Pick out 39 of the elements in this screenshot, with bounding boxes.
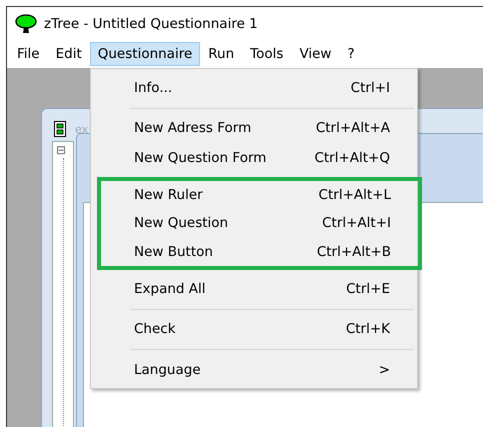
- menu-item[interactable]: ?: [339, 42, 363, 66]
- menu-option-label: Check: [134, 321, 176, 338]
- shortcut-label: Ctrl+Alt+L: [318, 186, 391, 203]
- menu-option[interactable]: New Ruler Ctrl+Alt+L: [101, 180, 418, 209]
- menu-option[interactable]: Info... Ctrl+I: [91, 73, 417, 102]
- collapse-toggle[interactable]: ⊟: [56, 144, 66, 156]
- menu-option[interactable]: New Adress Form Ctrl+Alt+A: [91, 114, 417, 143]
- shortcut-label: Ctrl+E: [346, 280, 390, 297]
- menu-option-label: New Adress Form: [134, 120, 252, 136]
- shortcut-label: Ctrl+Alt+B: [316, 244, 391, 260]
- menu-option[interactable]: Language >: [91, 355, 417, 384]
- shortcut-label: Ctrl+K: [346, 321, 390, 338]
- menu-item[interactable]: Questionnaire: [90, 42, 200, 66]
- menu-item[interactable]: File: [9, 42, 48, 66]
- menu-item[interactable]: View: [291, 42, 340, 66]
- menu-option[interactable]: New Button Ctrl+Alt+B: [101, 238, 418, 266]
- menu-option[interactable]: Expand All Ctrl+E: [91, 274, 417, 304]
- menu-option[interactable]: New Question Ctrl+Alt+I: [101, 209, 418, 238]
- menu-option-label: New Button: [134, 244, 213, 260]
- menu-option-label: New Question: [134, 215, 228, 232]
- shortcut-label: Ctrl+Alt+I: [322, 215, 391, 232]
- menu-option[interactable]: New Question Form Ctrl+Alt+Q: [91, 143, 417, 172]
- tree-icon: [15, 14, 37, 34]
- menu-option-label: New Question Form: [134, 150, 266, 166]
- window-title: zTree - Untitled Questionnaire 1: [44, 16, 258, 32]
- menu-option-label: Expand All: [134, 280, 206, 297]
- child-window-title: ex: [75, 123, 88, 136]
- menu-option-label: Info...: [134, 80, 172, 96]
- menu-item[interactable]: Run: [200, 42, 242, 66]
- submenu-arrow: >: [378, 362, 390, 378]
- menu-item[interactable]: Edit: [48, 42, 90, 66]
- menu-option[interactable]: Check Ctrl+K: [91, 314, 417, 344]
- shortcut-label: Ctrl+Alt+A: [316, 120, 390, 136]
- shortcut-label: Ctrl+Alt+Q: [314, 150, 390, 166]
- menu-option-label: New Ruler: [134, 186, 203, 203]
- shortcut-label: Ctrl+I: [350, 80, 390, 96]
- app-icon: [54, 121, 66, 137]
- menu-option-label: Language: [134, 362, 201, 378]
- menu-item[interactable]: Tools: [242, 42, 292, 66]
